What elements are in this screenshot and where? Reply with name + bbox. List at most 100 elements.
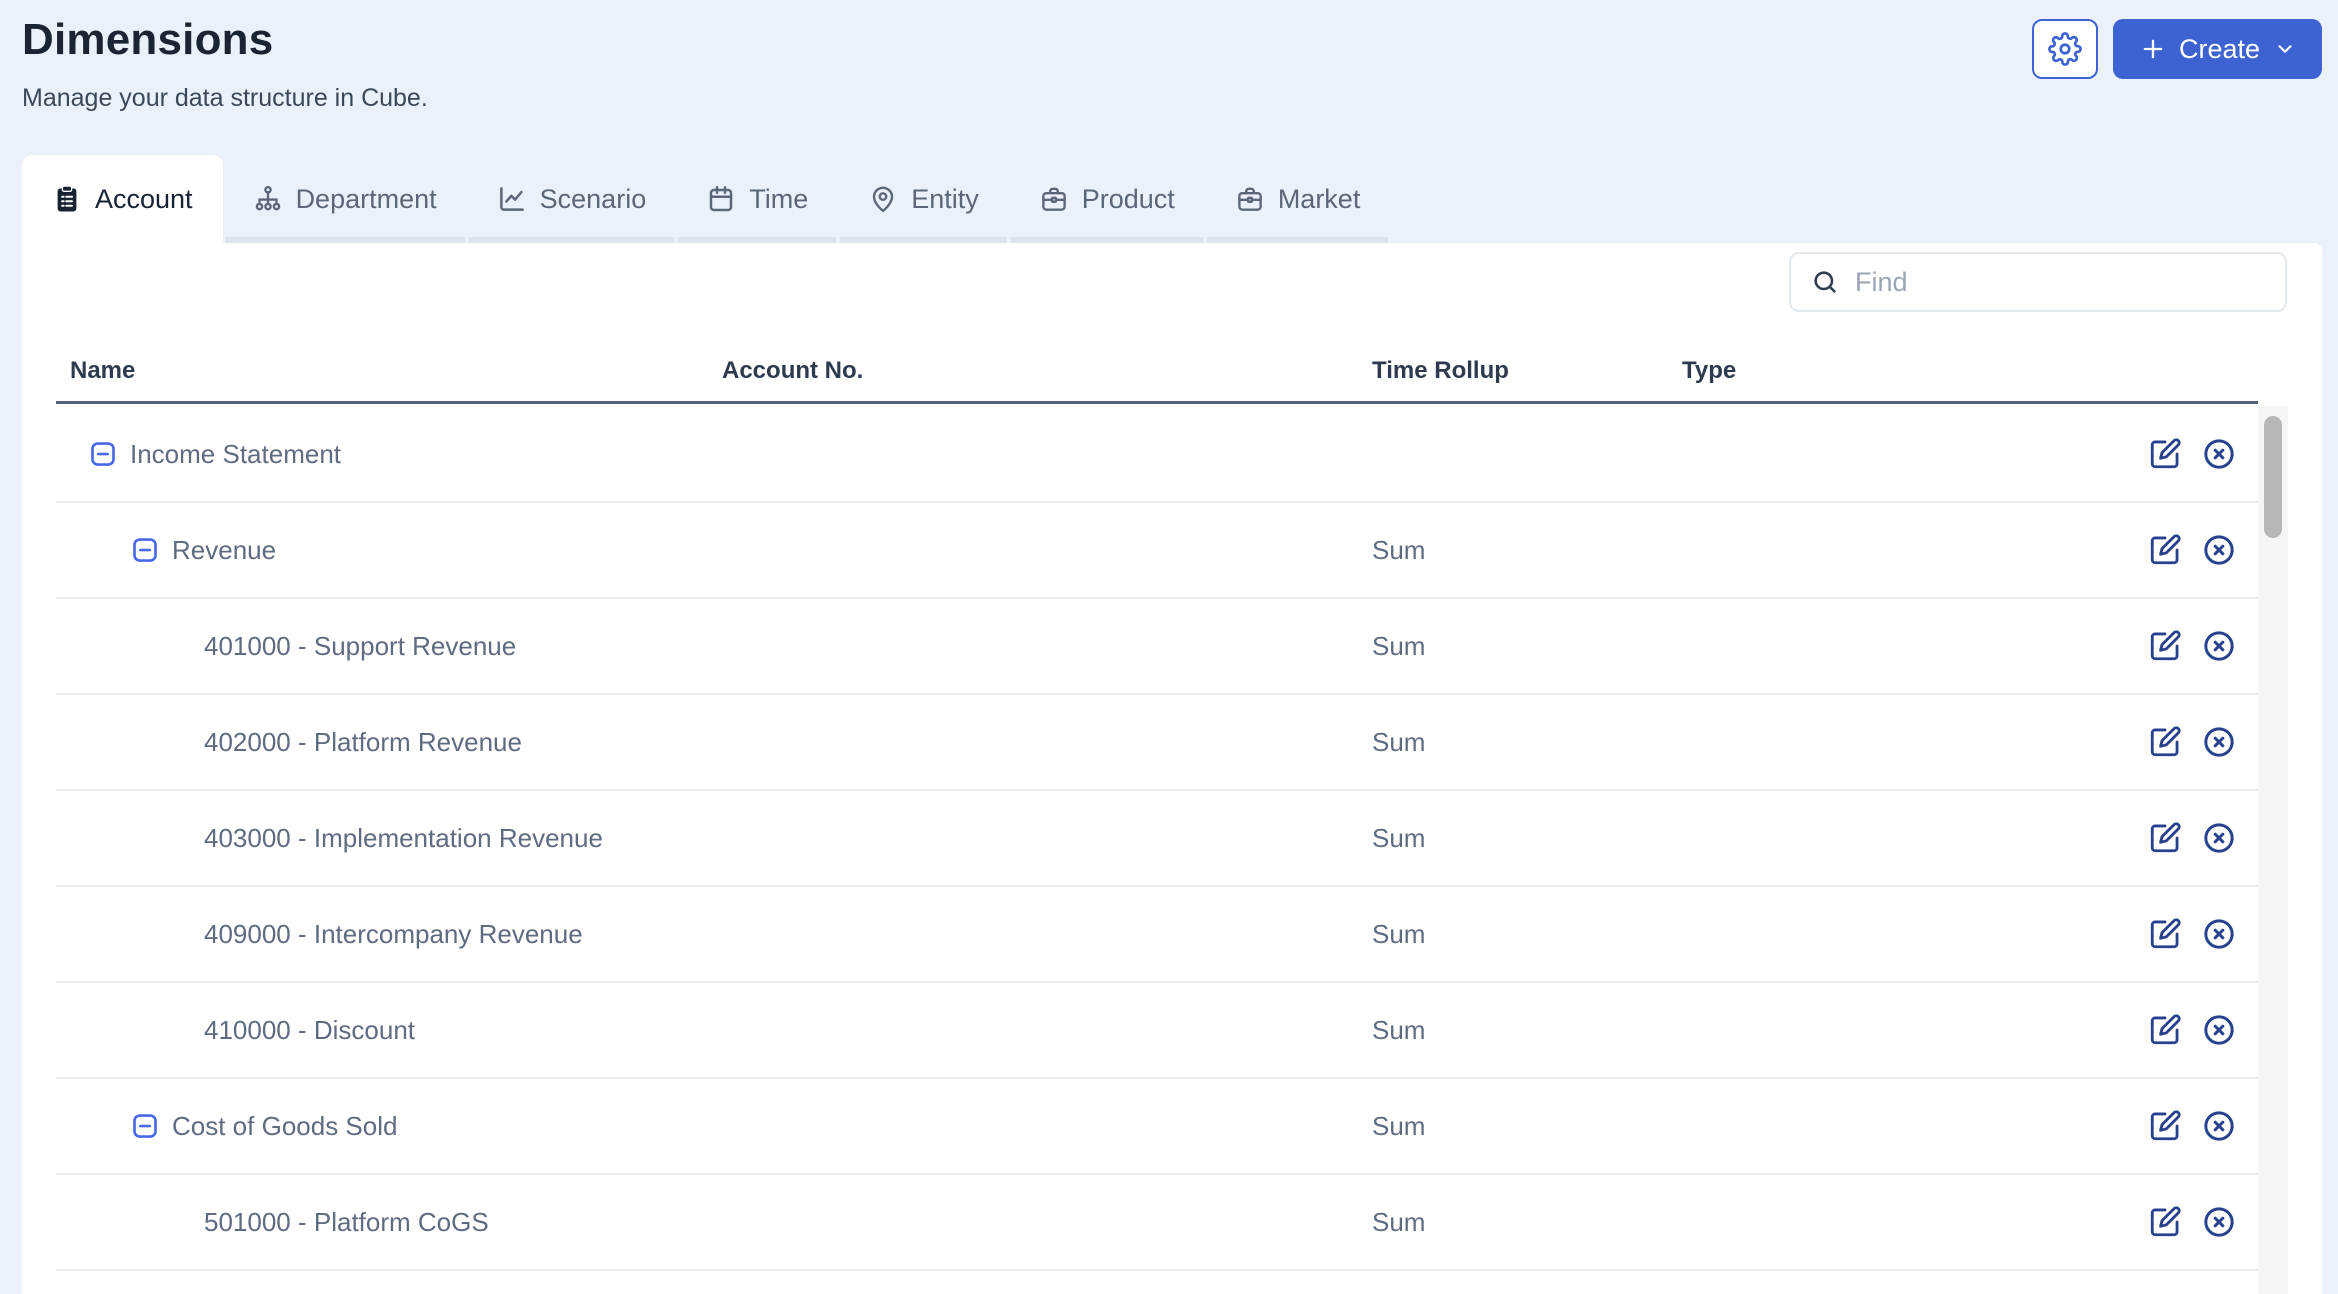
settings-button[interactable] [2031,19,2098,79]
delete-row-button[interactable] [2202,725,2236,759]
table-header-row: Name Account No. Time Rollup Type [56,340,2258,404]
x-circle-icon [2202,437,2236,471]
edit-row-button[interactable] [2148,437,2182,471]
table-row: 402000 - Platform Revenue Sum [56,695,2258,791]
scrollbar-thumb[interactable] [2264,416,2282,538]
edit-row-button[interactable] [2148,725,2182,759]
edit-icon [2148,1109,2182,1143]
tab-entity[interactable]: Entity [838,155,1009,243]
row-time-rollup: Sum [1372,1014,1426,1045]
edit-row-button[interactable] [2148,1109,2182,1143]
row-name-cell: 410000 - Discount [56,1015,722,1046]
table-row: Revenue Sum [56,503,2258,599]
page-title: Dimensions [22,15,274,64]
vertical-scrollbar[interactable] [2258,406,2288,1294]
edit-icon [2148,917,2182,951]
row-name-cell: Revenue [56,535,722,566]
column-header-type: Type [1682,356,1737,384]
row-name-cell: 401000 - Support Revenue [56,631,722,662]
edit-icon [2148,533,2182,567]
x-circle-icon [2202,533,2236,567]
tab-market[interactable]: Market [1205,155,1391,243]
row-name-cell: 403000 - Implementation Revenue [56,823,722,854]
collapse-minus-icon[interactable] [130,535,160,565]
edit-row-button[interactable] [2148,1013,2182,1047]
table-row: 410000 - Discount Sum [56,983,2258,1079]
row-name: 501000 - Platform CoGS [204,1206,489,1237]
delete-row-button[interactable] [2202,533,2236,567]
row-name-cell: 402000 - Platform Revenue [56,727,722,758]
gear-icon [2048,32,2082,66]
delete-row-button[interactable] [2202,437,2236,471]
edit-row-button[interactable] [2148,629,2182,663]
page-subtitle: Manage your data structure in Cube. [22,84,428,112]
delete-row-button[interactable] [2202,1205,2236,1239]
x-circle-icon [2202,725,2236,759]
x-circle-icon [2202,917,2236,951]
create-button[interactable]: Create [2112,19,2322,79]
row-time-rollup: Sum [1372,918,1426,949]
column-header-time-rollup: Time Rollup [1372,356,1509,384]
edit-row-button[interactable] [2148,1205,2182,1239]
row-name: 402000 - Platform Revenue [204,726,522,757]
table-row: Cost of Goods Sold Sum [56,1079,2258,1175]
row-name-cell: 409000 - Intercompany Revenue [56,919,722,950]
table-row: 401000 - Support Revenue Sum [56,599,2258,695]
row-time-rollup: Sum [1372,822,1426,853]
delete-row-button[interactable] [2202,1013,2236,1047]
tab-label: Entity [911,183,979,214]
plus-icon [2143,39,2163,59]
x-circle-icon [2202,1205,2236,1239]
table-row: 409000 - Intercompany Revenue Sum [56,887,2258,983]
collapse-minus-icon[interactable] [130,1111,160,1141]
delete-row-button[interactable] [2202,629,2236,663]
column-header-name: Name [70,356,136,384]
table-body: Income Statement Revenue Sum 401000 - Suppo… [56,407,2258,1294]
row-name-cell: Cost of Goods Sold [56,1111,722,1142]
tab-label: Market [1277,183,1361,214]
tab-label: Time [749,183,809,214]
delete-row-button[interactable] [2202,1109,2236,1143]
edit-icon [2148,725,2182,759]
edit-row-button[interactable] [2148,917,2182,951]
edit-row-button[interactable] [2148,533,2182,567]
search-input-wrapper [1789,252,2287,312]
tab-label: Account [95,183,193,214]
row-name: 410000 - Discount [204,1014,416,1045]
create-button-label: Create [2178,33,2260,64]
row-actions [2148,1013,2258,1047]
calendar-icon [706,184,736,214]
briefcase-icon [1039,184,1069,214]
table-row: 501000 - Platform CoGS Sum [56,1175,2258,1271]
row-actions [2148,1205,2258,1239]
dimension-tabs: Account Department Scenario Time Entity Produ… [22,155,1390,243]
row-name: 403000 - Implementation Revenue [204,822,603,853]
row-time-rollup: Sum [1372,630,1426,661]
collapse-minus-icon[interactable] [88,439,118,469]
row-actions [2148,533,2258,567]
row-actions [2148,1109,2258,1143]
content-card: Name Account No. Time Rollup Type Income… [22,243,2322,1294]
clipboard-icon [52,184,82,214]
tab-account[interactable]: Account [22,155,223,243]
edit-icon [2148,1205,2182,1239]
search-input[interactable] [1855,266,2265,298]
row-name: Cost of Goods Sold [172,1110,398,1141]
table-row: Income Statement [56,407,2258,503]
tab-department[interactable]: Department [223,155,467,243]
sitemap-icon [253,184,283,214]
row-name: 409000 - Intercompany Revenue [204,918,583,949]
delete-row-button[interactable] [2202,917,2236,951]
edit-row-button[interactable] [2148,821,2182,855]
row-name-cell: 501000 - Platform CoGS [56,1207,722,1238]
edit-icon [2148,1013,2182,1047]
tab-time[interactable]: Time [676,155,838,243]
delete-row-button[interactable] [2202,821,2236,855]
search-icon [1811,268,1839,296]
tab-product[interactable]: Product [1009,155,1205,243]
edit-icon [2148,629,2182,663]
row-name: Income Statement [130,438,341,469]
tab-scenario[interactable]: Scenario [467,155,677,243]
row-actions [2148,437,2258,471]
row-time-rollup: Sum [1372,726,1426,757]
